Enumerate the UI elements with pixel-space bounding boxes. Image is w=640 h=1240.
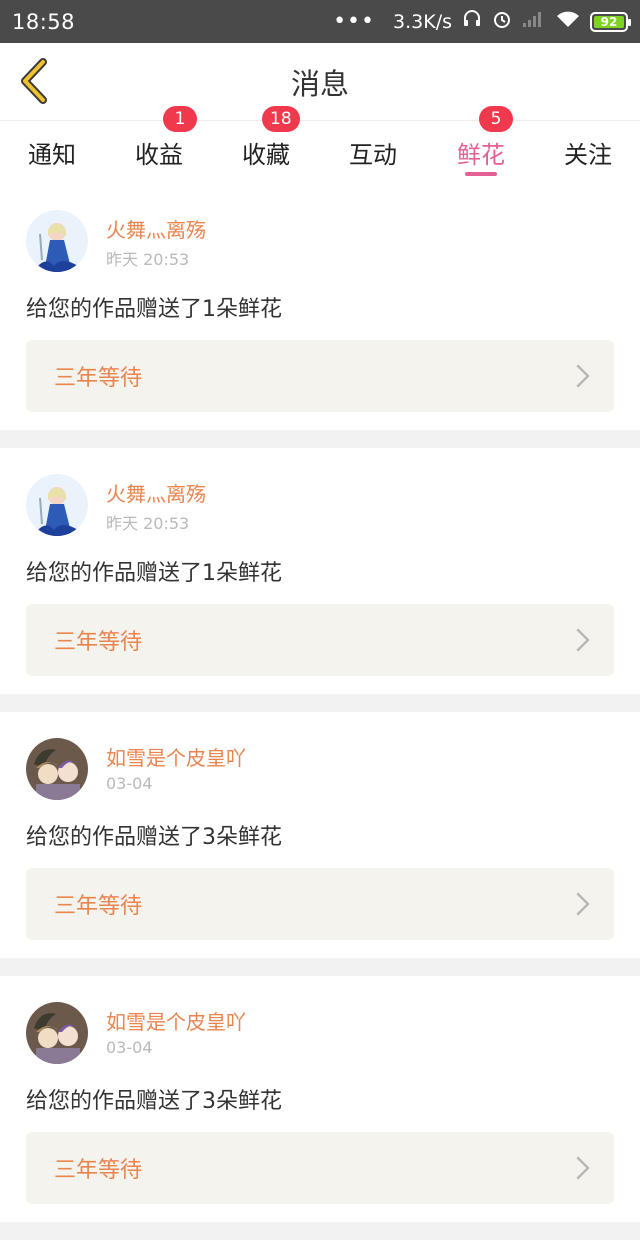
- tab-label: 通知: [28, 141, 76, 169]
- message-text: 给您的作品赠送了1朵鲜花: [26, 561, 282, 586]
- tab-notify[interactable]: 通知: [0, 121, 104, 184]
- timestamp: 03-04: [106, 1038, 153, 1057]
- username[interactable]: 如雪是个皮皇吖: [106, 742, 246, 771]
- message-list: 火舞灬离殇 昨天 20:53 给您的作品赠送了1朵鲜花 三年等待 火舞灬离殇 昨…: [0, 184, 640, 1240]
- tab-label: 收益: [135, 141, 183, 169]
- chevron-right-icon: [576, 892, 590, 916]
- message-text: 给您的作品赠送了1朵鲜花: [26, 297, 282, 322]
- list-item: 火舞灬离殇 昨天 20:53 给您的作品赠送了1朵鲜花 三年等待: [0, 184, 640, 430]
- tab-bar: 通知 收益 1 收藏 18 互动 鲜花 5 关注: [0, 106, 640, 184]
- status-time: 18:58: [12, 9, 76, 34]
- timestamp: 03-04: [106, 774, 153, 793]
- message-text: 给您的作品赠送了3朵鲜花: [26, 1089, 282, 1114]
- battery-level: 92: [600, 14, 618, 29]
- signal-icon: [522, 10, 546, 33]
- username[interactable]: 火舞灬离殇: [106, 478, 206, 507]
- list-item: 如雪是个皮皇吖 03-04 给您的作品赠送了3朵鲜花 三年等待: [0, 976, 640, 1222]
- username[interactable]: 火舞灬离殇: [106, 214, 206, 243]
- tab-interaction[interactable]: 互动: [320, 121, 426, 184]
- tab-earnings[interactable]: 收益 1: [106, 106, 212, 184]
- list-item: 火舞灬离殇 昨天 20:53 给您的作品赠送了1朵鲜花 三年等待: [0, 448, 640, 694]
- username[interactable]: 如雪是个皮皇吖: [106, 1006, 246, 1035]
- list-item: 如雪是个皮皇吖 03-04 给您的作品赠送了3朵鲜花 三年等待: [0, 712, 640, 958]
- work-title: 三年等待: [54, 630, 143, 655]
- tab-follow[interactable]: 关注: [536, 121, 640, 184]
- status-icons: ••• 3.3K/s 92: [333, 8, 631, 34]
- tab-label: 互动: [349, 141, 397, 169]
- avatar[interactable]: [26, 738, 88, 800]
- avatar[interactable]: [26, 1002, 88, 1064]
- network-speed: 3.3K/s: [393, 10, 452, 33]
- tab-label: 关注: [564, 141, 612, 169]
- tab-label: 鲜花: [457, 141, 505, 169]
- work-link[interactable]: 三年等待: [26, 604, 614, 676]
- back-button[interactable]: [16, 55, 52, 107]
- work-title: 三年等待: [54, 894, 143, 919]
- work-link[interactable]: 三年等待: [26, 340, 614, 412]
- chevron-right-icon: [576, 1156, 590, 1180]
- work-link[interactable]: 三年等待: [26, 1132, 614, 1204]
- page-title: 消息: [290, 66, 349, 101]
- flowers-badge: 5: [479, 106, 513, 132]
- chevron-right-icon: [576, 628, 590, 652]
- work-link[interactable]: 三年等待: [26, 868, 614, 940]
- battery-icon: 92: [590, 11, 631, 32]
- chevron-right-icon: [576, 364, 590, 388]
- more-dots-icon: •••: [333, 8, 376, 34]
- earnings-badge: 1: [163, 106, 197, 132]
- nav-bar: 消息: [0, 43, 640, 121]
- tab-label: 收藏: [242, 141, 290, 169]
- favorites-badge: 18: [262, 106, 300, 132]
- tab-favorites[interactable]: 收藏 18: [213, 106, 319, 184]
- headphones-icon: [462, 9, 482, 34]
- avatar[interactable]: [26, 210, 88, 272]
- wifi-icon: [556, 10, 580, 33]
- status-bar: 18:58 ••• 3.3K/s 92: [0, 0, 640, 43]
- timestamp: 昨天 20:53: [106, 514, 190, 533]
- avatar[interactable]: [26, 474, 88, 536]
- work-title: 三年等待: [54, 1158, 143, 1183]
- alarm-icon: [492, 9, 512, 34]
- back-arrow-icon: [21, 58, 47, 104]
- timestamp: 昨天 20:53: [106, 250, 190, 269]
- active-tab-indicator: [465, 172, 497, 176]
- tab-flowers[interactable]: 鲜花 5: [427, 106, 535, 184]
- work-title: 三年等待: [54, 366, 143, 391]
- message-text: 给您的作品赠送了3朵鲜花: [26, 825, 282, 850]
